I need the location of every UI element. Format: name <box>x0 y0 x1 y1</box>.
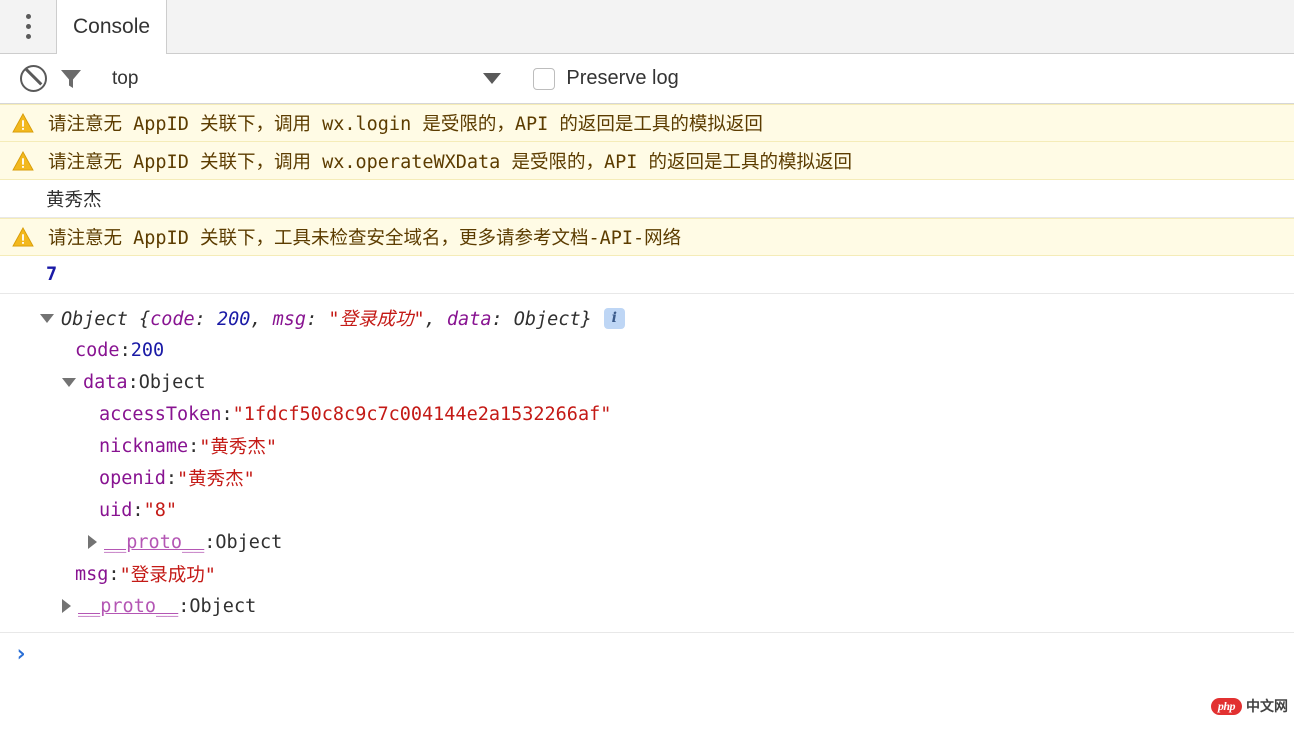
preview-value: "登录成功" <box>328 309 424 330</box>
tab-console-label: Console <box>73 15 150 39</box>
object-property-row: msg: "登录成功" <box>0 558 1294 590</box>
object-property-row[interactable]: data: Object <box>0 366 1294 398</box>
filter-funnel-icon <box>59 67 83 91</box>
console-toolbar: top Preserve log <box>0 54 1294 104</box>
object-open-brace: { <box>128 309 150 330</box>
execution-context-selector[interactable]: top <box>112 68 138 90</box>
disclosure-triangle-open-icon[interactable] <box>62 378 76 387</box>
property-key: __proto__ <box>104 532 204 553</box>
console-row-warning[interactable]: 请注意无 AppID 关联下，工具未检查安全域名，更多请参考文档-API-网络 <box>0 218 1294 256</box>
object-property-row: nickname: "黄秀杰" <box>0 430 1294 462</box>
console-message-text: 7 <box>46 264 57 285</box>
preview-sep: : <box>195 309 217 330</box>
warning-triangle-icon <box>12 113 34 133</box>
console-row-object[interactable]: Object {code: 200, msg: "登录成功", data: Ob… <box>0 294 1294 633</box>
warning-triangle-icon <box>12 151 34 171</box>
preserve-log-checkbox[interactable] <box>533 68 555 90</box>
more-vertical-icon[interactable] <box>0 0 56 53</box>
console-message-text: 请注意无 AppID 关联下，工具未检查安全域名，更多请参考文档-API-网络 <box>44 224 681 250</box>
watermark: php 中文网 <box>1211 696 1288 716</box>
info-icon[interactable]: i <box>604 308 625 329</box>
object-property-row: uid: "8" <box>0 494 1294 526</box>
filter-button[interactable] <box>52 60 90 98</box>
tab-console[interactable]: Console <box>56 0 167 54</box>
preview-sep: : <box>491 309 513 330</box>
property-value: Object <box>189 596 256 617</box>
preview-tail: , <box>250 309 272 330</box>
disclosure-triangle-closed-icon[interactable] <box>62 599 71 613</box>
preserve-log-label[interactable]: Preserve log <box>566 67 678 90</box>
property-value: "黄秀杰" <box>199 433 277 459</box>
chevron-down-icon[interactable] <box>483 73 501 84</box>
console-row-warning[interactable]: 请注意无 AppID 关联下，调用 wx.login 是受限的，API 的返回是… <box>0 104 1294 142</box>
property-key: __proto__ <box>78 596 178 617</box>
preview-key: code <box>150 309 195 330</box>
object-preview-line[interactable]: Object {code: 200, msg: "登录成功", data: Ob… <box>0 302 1294 334</box>
property-value: "1fdcf50c8c9c7c004144e2a1532266af" <box>233 404 612 425</box>
property-value: "8" <box>144 500 177 521</box>
console-row-warning[interactable]: 请注意无 AppID 关联下，调用 wx.operateWXData 是受限的，… <box>0 142 1294 180</box>
property-key: uid <box>99 500 132 521</box>
property-key: data <box>83 372 128 393</box>
watermark-logo: php <box>1211 698 1242 715</box>
clear-console-button[interactable] <box>14 60 52 98</box>
property-key: nickname <box>99 436 188 457</box>
clear-console-icon <box>20 65 47 92</box>
property-key: code <box>75 340 120 361</box>
devtools-tabstrip: Console <box>0 0 1294 54</box>
property-value: "黄秀杰" <box>177 465 255 491</box>
preview-key: msg <box>273 309 306 330</box>
console-row-number[interactable]: 7 <box>0 256 1294 294</box>
property-key: openid <box>99 468 166 489</box>
object-property-row: accessToken: "1fdcf50c8c9c7c004144e2a153… <box>0 398 1294 430</box>
warning-triangle-icon <box>12 227 34 247</box>
console-message-list: 请注意无 AppID 关联下，调用 wx.login 是受限的，API 的返回是… <box>0 104 1294 675</box>
object-close-brace: } <box>581 309 592 330</box>
object-proto-row[interactable]: __proto__: Object <box>0 590 1294 622</box>
watermark-text: 中文网 <box>1246 696 1288 716</box>
property-key: msg <box>75 564 108 585</box>
property-key: accessToken <box>99 404 222 425</box>
preview-key: data <box>447 309 492 330</box>
property-value: Object <box>139 372 206 393</box>
property-value: "登录成功" <box>120 561 216 587</box>
object-proto-row[interactable]: __proto__: Object <box>0 526 1294 558</box>
object-property-row: code: 200 <box>0 334 1294 366</box>
preview-value: 200 <box>217 309 250 330</box>
disclosure-triangle-open-icon[interactable] <box>40 314 54 323</box>
preview-sep: : <box>306 309 328 330</box>
property-value: Object <box>215 532 282 553</box>
console-prompt[interactable]: › <box>0 633 1294 675</box>
preview-tail: , <box>425 309 447 330</box>
object-type-label: Object <box>61 309 128 330</box>
console-message-text: 请注意无 AppID 关联下，调用 wx.login 是受限的，API 的返回是… <box>44 110 763 136</box>
prompt-caret-icon: › <box>14 641 28 667</box>
preview-value: Object <box>514 309 581 330</box>
object-property-row: openid: "黄秀杰" <box>0 462 1294 494</box>
console-message-text: 请注意无 AppID 关联下，调用 wx.operateWXData 是受限的，… <box>44 148 852 174</box>
console-row-log[interactable]: 黄秀杰 <box>0 180 1294 218</box>
property-value: 200 <box>131 340 164 361</box>
console-message-text: 黄秀杰 <box>46 186 102 212</box>
disclosure-triangle-closed-icon[interactable] <box>88 535 97 549</box>
